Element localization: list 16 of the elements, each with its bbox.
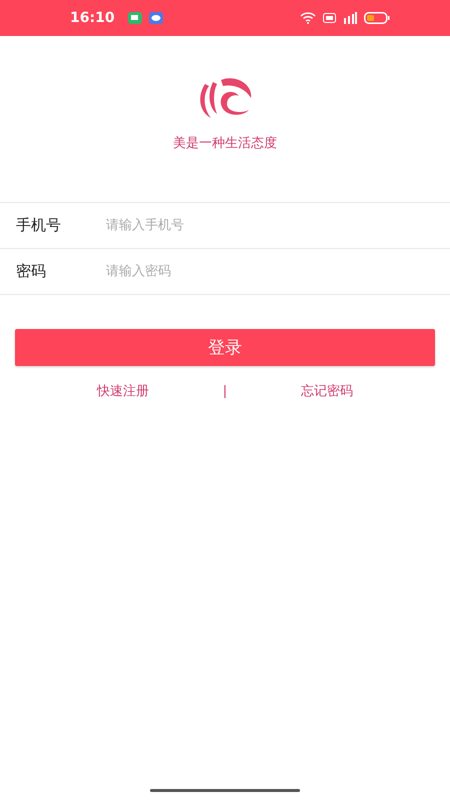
signal-icon <box>343 12 357 24</box>
wifi-icon <box>300 12 316 24</box>
field-label: 手机号 <box>16 216 62 235</box>
input-field[interactable]: 请输入手机号 <box>106 218 450 233</box>
forgot-password-link[interactable]: 忘记密码 <box>301 382 354 400</box>
slogan: 美是一种生活态度 <box>173 135 277 152</box>
separator: | <box>222 384 228 398</box>
login-button[interactable]: 登录 <box>15 329 435 366</box>
chat-icon <box>128 12 142 24</box>
message-icon <box>148 12 163 24</box>
battery-icon <box>364 12 390 24</box>
status-time: 16:10 <box>70 10 115 26</box>
input-field[interactable]: 请输入密码 <box>106 264 450 279</box>
register-link[interactable]: 快速注册 <box>96 382 149 400</box>
field-label: 密码 <box>16 262 47 281</box>
hd-icon <box>323 13 336 23</box>
